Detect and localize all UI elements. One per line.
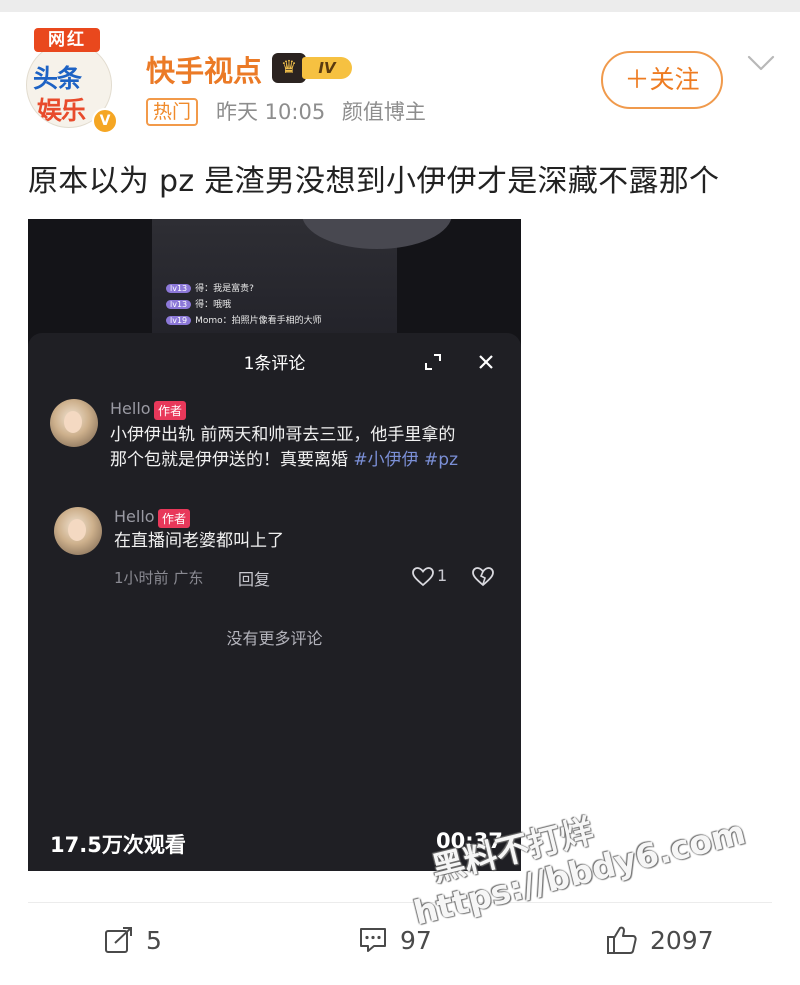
like-button[interactable]: 2097	[606, 920, 714, 960]
share-count: 5	[146, 925, 162, 955]
comment-text: 在直播间老婆都叫上了	[114, 531, 284, 551]
comment-panel: 1条评论 Hello 作者 小伊伊出轨 前两天和帅哥去三亚，他手里拿的 那个包就…	[28, 333, 521, 871]
chevron-down-icon[interactable]	[746, 52, 776, 74]
author-tag: 作者	[154, 401, 187, 420]
like-count-total: 2097	[650, 925, 714, 955]
video-player[interactable]: lv13 得：我是富贵? lv13 得：哦哦 lv19 Momo：拍照片像看手相的大师…	[28, 219, 521, 871]
close-icon[interactable]	[477, 353, 495, 371]
comment-line-text: 那个包就是伊伊送的！真要离婚	[110, 450, 354, 470]
thumbs-up-icon	[607, 926, 637, 954]
chat-level: lv13	[166, 300, 192, 309]
live-chat-line: lv13 得：哦哦	[166, 297, 231, 310]
post-source[interactable]: 颜值博主	[342, 100, 426, 124]
author-name[interactable]: 快手视点	[146, 48, 262, 90]
comment-time: 1小时前	[114, 569, 169, 587]
chat-text: 得：我是富贵?	[195, 284, 254, 294]
commenter-name[interactable]: Hello	[110, 399, 151, 418]
author-tag: 作者	[158, 509, 191, 528]
author-avatar[interactable]: 网红 头条 娱乐 V	[26, 28, 118, 134]
crown-icon: ♛	[272, 53, 306, 83]
like-count: 1	[437, 566, 448, 585]
comment-line: 那个包就是伊伊送的！真要离婚 #小伊伊 #pz	[110, 448, 510, 473]
vip-badge[interactable]: ♛ IV	[272, 53, 354, 83]
comment-meta: 1小时前 广东	[114, 567, 203, 588]
chat-text: Momo：拍照片像看手相的大师	[195, 316, 322, 326]
commenter-name[interactable]: Hello	[114, 507, 155, 526]
commenter-avatar[interactable]	[54, 507, 102, 555]
post-text: 原本以为 pz 是渣男没想到小伊伊才是深藏不露那个	[28, 164, 720, 199]
live-chat-line: lv13 得：我是富贵?	[166, 281, 254, 294]
video-figure	[302, 219, 452, 249]
hot-tag: 热门	[146, 98, 199, 126]
live-chat-line: lv19 Momo：拍照片像看手相的大师	[166, 313, 322, 326]
expand-icon[interactable]	[424, 353, 442, 371]
no-more-comments: 没有更多评论	[226, 629, 323, 648]
reply-button[interactable]: 回复	[238, 566, 270, 590]
avatar-logo-line1: 头条	[33, 64, 82, 93]
verified-icon: V	[92, 108, 118, 134]
comment-line: 小伊伊出轨 前两天和帅哥去三亚，他手里拿的	[110, 425, 456, 445]
chat-level: lv19	[166, 316, 192, 325]
comment-panel-title: 1条评论	[243, 354, 306, 374]
post-meta: 昨天 10:05 颜值博主	[216, 96, 436, 126]
comment-text: 小伊伊出轨 前两天和帅哥去三亚，他手里拿的 那个包就是伊伊送的！真要离婚 #小伊…	[110, 423, 510, 473]
view-count: 17.5万次观看	[50, 833, 186, 857]
action-divider	[28, 902, 772, 903]
comment-icon	[360, 928, 386, 952]
avatar-logo-line2: 娱乐	[37, 96, 86, 125]
share-icon	[105, 927, 132, 953]
hashtag-link[interactable]: #小伊伊 #pz	[353, 450, 458, 470]
post-time: 昨天 10:05	[216, 100, 326, 124]
share-button[interactable]: 5	[104, 920, 162, 960]
broken-heart-icon[interactable]	[472, 567, 494, 587]
follow-button[interactable]: ＋关注	[601, 51, 723, 109]
heart-icon[interactable]	[412, 567, 434, 587]
chat-level: lv13	[166, 284, 192, 293]
top-status-strip	[0, 0, 800, 12]
chat-text: 得：哦哦	[195, 300, 232, 310]
comment-location: 广东	[173, 569, 204, 587]
commenter-avatar[interactable]	[50, 399, 98, 447]
vip-level: IV	[302, 57, 352, 79]
avatar-badge: 网红	[34, 28, 100, 52]
